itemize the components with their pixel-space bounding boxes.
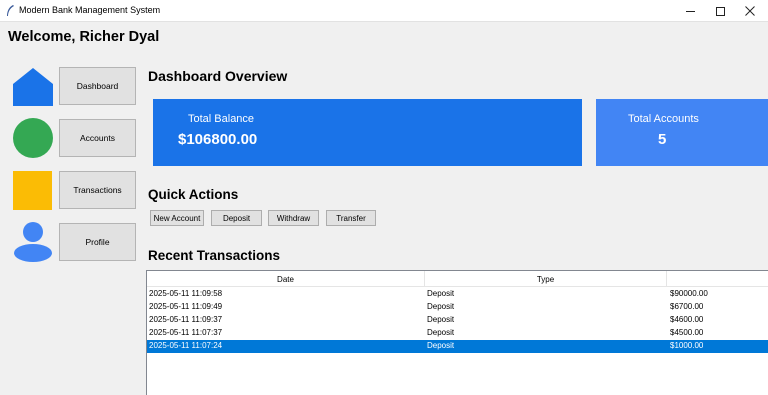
minimize-button[interactable]	[674, 0, 706, 22]
square-icon	[13, 171, 52, 210]
cell-date: 2025-05-11 11:09:49	[149, 302, 223, 311]
cell-amount: $1000.00	[670, 341, 704, 350]
transfer-button[interactable]: Transfer	[326, 210, 376, 226]
home-icon	[13, 68, 53, 106]
cell-date: 2025-05-11 11:07:37	[149, 328, 223, 337]
table-row-selected[interactable]: 2025-05-11 11:07:24 Deposit $1000.00	[147, 340, 768, 353]
user-icon	[14, 222, 52, 262]
total-balance-value: $106800.00	[178, 131, 258, 148]
column-header-amount[interactable]	[667, 271, 768, 287]
sidebar-item-transactions[interactable]: Transactions	[59, 171, 136, 209]
recent-transactions-heading: Recent Transactions	[148, 248, 281, 263]
cell-type: Deposit	[427, 341, 455, 350]
welcome-heading: Welcome, Richer Dyal	[8, 29, 160, 45]
table-row[interactable]: 2025-05-11 11:09:58 Deposit $90000.00	[147, 288, 768, 301]
sidebar-item-accounts[interactable]: Accounts	[59, 119, 136, 157]
cell-type: Deposit	[427, 328, 455, 337]
cell-type: Deposit	[427, 315, 455, 324]
total-accounts-value: 5	[658, 131, 667, 148]
minimize-icon	[685, 10, 695, 12]
window-titlebar[interactable]: Modern Bank Management System	[0, 0, 768, 22]
column-header-date[interactable]: Date	[147, 271, 425, 287]
table-row[interactable]: 2025-05-11 11:07:37 Deposit $4500.00	[147, 327, 768, 340]
cell-type: Deposit	[427, 302, 455, 311]
total-balance-label: Total Balance	[188, 113, 255, 125]
close-button[interactable]	[734, 0, 766, 22]
deposit-button[interactable]: Deposit	[211, 210, 262, 226]
circle-icon	[13, 118, 53, 158]
new-account-button[interactable]: New Account	[150, 210, 204, 226]
column-header-type[interactable]: Type	[425, 271, 667, 287]
page-title: Dashboard Overview	[148, 68, 288, 84]
sidebar-item-dashboard[interactable]: Dashboard	[59, 67, 136, 105]
total-accounts-label: Total Accounts	[628, 113, 699, 125]
transactions-table[interactable]: Date Type 2025-05-11 11:09:58 Deposit $9…	[146, 270, 768, 395]
cell-date: 2025-05-11 11:09:58	[149, 289, 223, 298]
table-row[interactable]: 2025-05-11 11:09:37 Deposit $4600.00	[147, 314, 768, 327]
withdraw-button[interactable]: Withdraw	[268, 210, 319, 226]
cell-amount: $4500.00	[670, 328, 704, 337]
total-balance-card: Total Balance $106800.00	[153, 99, 582, 166]
cell-date: 2025-05-11 11:09:37	[149, 315, 223, 324]
cell-amount: $6700.00	[670, 302, 704, 311]
window-title: Modern Bank Management System	[19, 5, 161, 15]
table-row[interactable]: 2025-05-11 11:09:49 Deposit $6700.00	[147, 301, 768, 314]
maximize-button[interactable]	[704, 0, 736, 22]
quick-actions-heading: Quick Actions	[148, 187, 239, 202]
cell-date: 2025-05-11 11:07:24	[149, 341, 223, 350]
cell-type: Deposit	[427, 289, 455, 298]
table-header: Date Type	[147, 271, 768, 287]
maximize-icon	[715, 6, 725, 16]
feather-icon	[7, 5, 14, 16]
close-icon	[745, 6, 755, 16]
total-accounts-card: Total Accounts 5	[596, 99, 768, 166]
cell-amount: $4600.00	[670, 315, 704, 324]
sidebar-item-profile[interactable]: Profile	[59, 223, 136, 261]
cell-amount: $90000.00	[670, 289, 708, 298]
